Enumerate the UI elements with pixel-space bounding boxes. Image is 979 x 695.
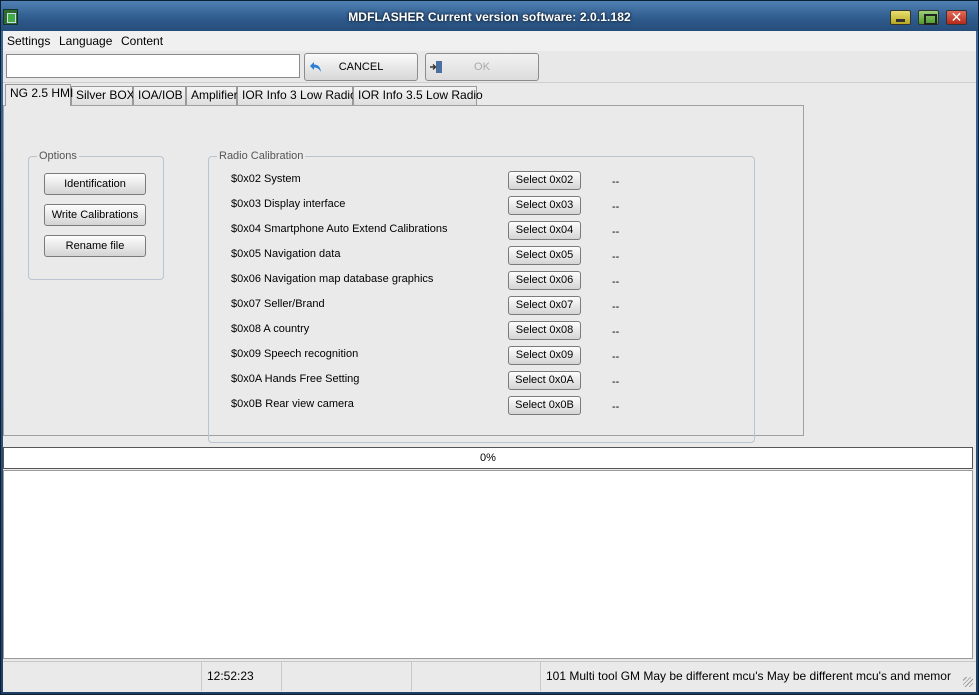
identification-button[interactable]: Identification	[44, 173, 146, 195]
calibration-status: --	[612, 201, 620, 213]
tab-strip: NG 2.5 HMI Silver BOX IOA/IOB Amplifier …	[3, 84, 976, 106]
select-calibration-button[interactable]: Select 0x09	[508, 346, 581, 365]
select-calibration-button[interactable]: Select 0x02	[508, 171, 581, 190]
radio-calibration-legend: Radio Calibration	[217, 150, 306, 162]
calibration-status: --	[612, 401, 620, 413]
tab-ng-2-5-hmi[interactable]: NG 2.5 HMI	[5, 84, 73, 106]
menu-content[interactable]: Content	[121, 34, 163, 48]
calibration-status: --	[612, 276, 620, 288]
calibration-status: --	[612, 176, 620, 188]
status-message: 101 Multi tool GM May be different mcu's…	[546, 669, 951, 683]
radio-calibration-group: Radio Calibration $0x02 System Select 0x0…	[208, 150, 755, 443]
select-calibration-button[interactable]: Select 0x08	[508, 321, 581, 340]
window-title: MDFLASHER Current version software: 2.0.…	[348, 10, 631, 24]
calibration-label: $0x06 Navigation map database graphics	[231, 273, 434, 285]
write-calibrations-button[interactable]: Write Calibrations	[44, 204, 146, 226]
ok-label: OK	[474, 61, 490, 73]
select-calibration-button[interactable]: Select 0x07	[508, 296, 581, 315]
cancel-button[interactable]: CANCEL	[304, 53, 418, 81]
calibration-label: $0x02 System	[231, 173, 301, 185]
calibration-status: --	[612, 351, 620, 363]
resize-grip-icon[interactable]	[963, 677, 973, 687]
select-calibration-button[interactable]: Select 0x04	[508, 221, 581, 240]
calibration-label: $0x0B Rear view camera	[231, 398, 354, 410]
calibration-label: $0x04 Smartphone Auto Extend Calibration…	[231, 223, 448, 235]
calibration-label: $0x0A Hands Free Setting	[231, 373, 360, 385]
select-calibration-button[interactable]: Select 0x03	[508, 196, 581, 215]
calibration-status: --	[612, 226, 620, 238]
maximize-button[interactable]	[918, 10, 939, 25]
options-group: Options Identification Write Calibration…	[28, 150, 164, 280]
calibration-label: $0x08 A country	[231, 323, 310, 335]
cancel-label: CANCEL	[338, 61, 384, 73]
door-exit-icon	[430, 61, 442, 73]
select-calibration-button[interactable]: Select 0x0A	[508, 371, 581, 390]
tab-ioa-iob[interactable]: IOA/IOB	[133, 86, 186, 105]
menu-language[interactable]: Language	[59, 34, 112, 48]
calibration-label: $0x07 Seller/Brand	[231, 298, 325, 310]
title-bar[interactable]: MDFLASHER Current version software: 2.0.…	[1, 1, 978, 31]
select-calibration-button[interactable]: Select 0x06	[508, 271, 581, 290]
status-bar: 12:52:23 101 Multi tool GM May be differ…	[3, 661, 976, 691]
calibration-label: $0x05 Navigation data	[231, 248, 341, 260]
client-area: Settings Language Content CANCEL OK NG 2	[3, 31, 976, 692]
close-icon: ✕	[950, 9, 963, 25]
ok-button[interactable]: OK	[425, 53, 539, 81]
menu-bar: Settings Language Content	[3, 31, 976, 51]
status-pane-empty	[3, 662, 202, 691]
file-path-input[interactable]	[6, 54, 300, 78]
options-legend: Options	[37, 150, 79, 162]
progress-bar: 0%	[3, 447, 973, 469]
app-window: MDFLASHER Current version software: 2.0.…	[0, 0, 979, 695]
tab-panel: Options Identification Write Calibration…	[3, 105, 804, 443]
calibration-status: --	[612, 301, 620, 313]
toolbar: CANCEL OK	[3, 51, 976, 83]
select-calibration-button[interactable]: Select 0x05	[508, 246, 581, 265]
minimize-button[interactable]	[890, 10, 911, 25]
progress-text: 0%	[480, 452, 496, 464]
tab-ior-info-3-5[interactable]: IOR Info 3.5 Low Radio	[353, 86, 483, 105]
undo-arrow-icon	[310, 62, 321, 72]
status-pane-empty-2	[282, 662, 412, 691]
tab-ior-info-3[interactable]: IOR Info 3 Low Radio	[237, 86, 357, 105]
select-calibration-button[interactable]: Select 0x0B	[508, 396, 581, 415]
status-pane-empty-3	[412, 662, 541, 691]
calibration-status: --	[612, 251, 620, 263]
tab-silver-box[interactable]: Silver BOX	[71, 86, 135, 105]
calibration-label: $0x09 Speech recognition	[231, 348, 359, 360]
calibration-status: --	[612, 326, 620, 338]
tab-amplifier[interactable]: Amplifier	[186, 86, 238, 105]
log-area[interactable]	[3, 470, 973, 659]
calibration-label: $0x03 Display interface	[231, 198, 346, 210]
calibration-status: --	[612, 376, 620, 388]
status-time: 12:52:23	[202, 662, 282, 691]
menu-settings[interactable]: Settings	[7, 34, 50, 48]
rename-file-button[interactable]: Rename file	[44, 235, 146, 257]
close-button[interactable]: ✕	[946, 9, 967, 25]
